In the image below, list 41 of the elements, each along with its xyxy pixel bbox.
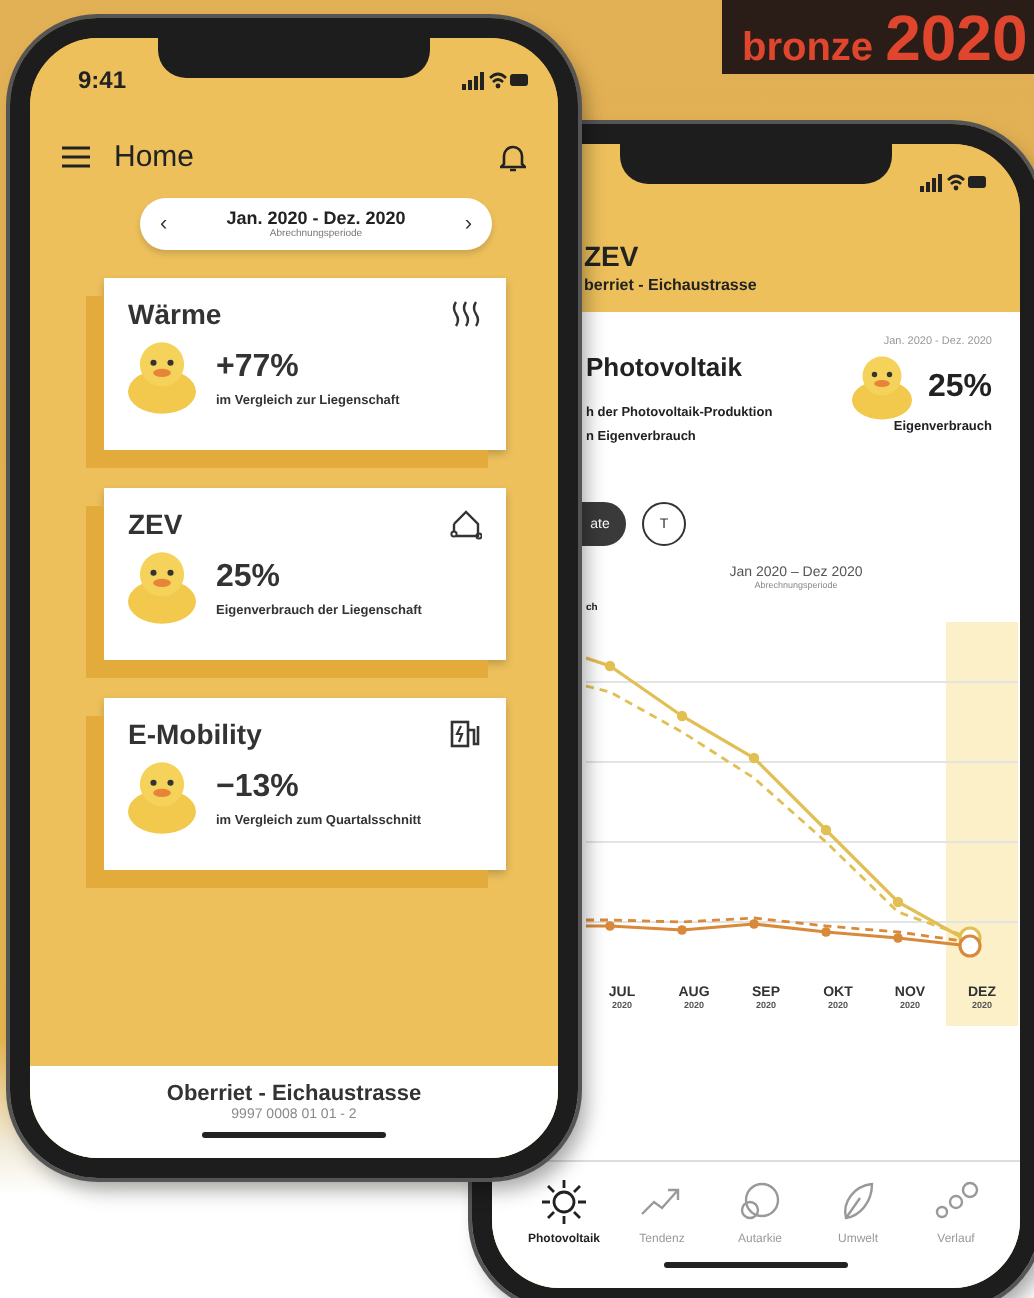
- data-point: [676, 710, 688, 722]
- heat-waves-icon: [450, 298, 482, 330]
- status-icons: [920, 172, 988, 192]
- section-title: Photovoltaik: [586, 352, 745, 382]
- data-point: [677, 925, 687, 935]
- data-point: [892, 896, 904, 908]
- sun-icon: [540, 1178, 588, 1226]
- percent-value: −13%: [216, 769, 301, 805]
- percent-value: +77%: [216, 349, 301, 385]
- data-point: [821, 927, 831, 937]
- duck-icon: [128, 762, 196, 834]
- previous-button[interactable]: ‹: [156, 213, 172, 235]
- data-point: [605, 921, 615, 931]
- status-icons: [462, 70, 530, 90]
- duck-icon: [128, 552, 196, 624]
- award-label: bronze: [742, 26, 874, 70]
- data-point: [748, 752, 760, 764]
- card-title: ZEV: [128, 508, 183, 540]
- card-title: E-Mobility: [128, 718, 262, 750]
- house-icon: [450, 508, 482, 540]
- duck-icon: [851, 356, 912, 420]
- award-year: 2020: [885, 6, 1028, 70]
- page-title: Home: [114, 139, 197, 173]
- data-point: [820, 824, 832, 836]
- duck-icon: [128, 342, 196, 414]
- charging-station-icon: [450, 718, 482, 750]
- percent-value: 25%: [216, 559, 283, 595]
- location-name: Oberriet - Eichaustrasse: [166, 1082, 422, 1106]
- data-point: [958, 934, 982, 958]
- menu-icon[interactable]: [62, 145, 90, 167]
- percent-value: 25%: [927, 370, 992, 406]
- status-time: 9:41: [78, 66, 127, 94]
- next-button[interactable]: ›: [460, 213, 476, 235]
- period-range: Jan. 2020 - Dez. 2020: [226, 208, 406, 228]
- data-point: [749, 919, 759, 929]
- card-title: Wärme: [128, 298, 222, 330]
- page-subtitle: berriet - Eichaustrasse: [584, 276, 759, 294]
- bell-icon[interactable]: [500, 141, 526, 171]
- page-title: ZEV: [584, 240, 641, 272]
- data-point: [893, 933, 903, 943]
- data-point: [604, 660, 616, 672]
